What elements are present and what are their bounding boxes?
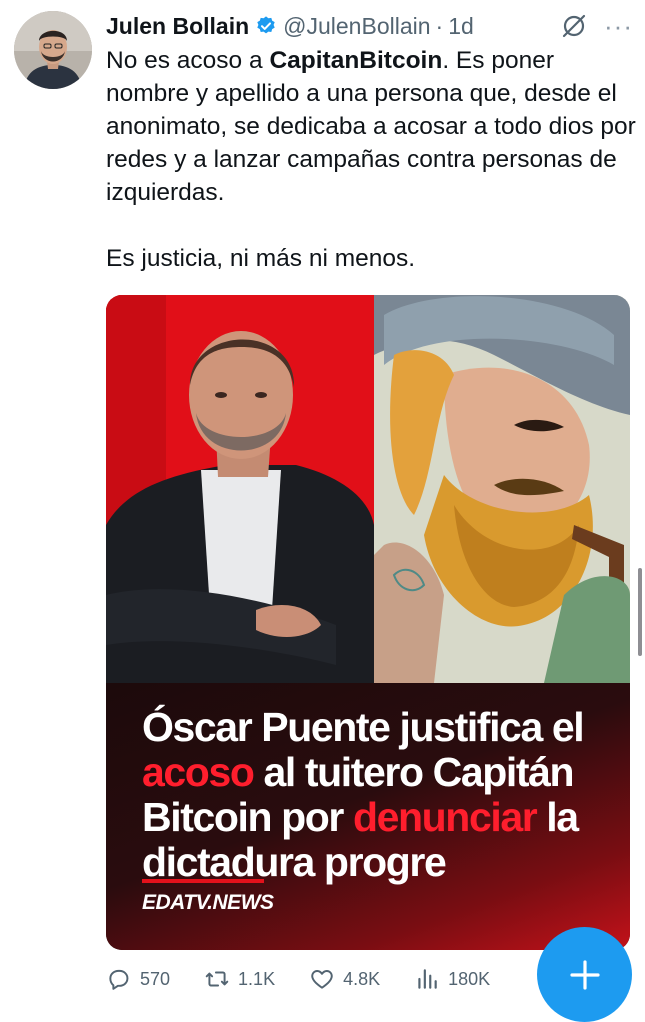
- verified-badge-icon: [257, 16, 275, 34]
- plus-icon: [569, 959, 600, 990]
- headline-panel: Óscar Puente justifica el acoso al tuite…: [106, 683, 630, 950]
- media-headline: Óscar Puente justifica el acoso al tuite…: [142, 705, 612, 885]
- scrollbar[interactable]: [638, 568, 642, 656]
- author-handle[interactable]: @JulenBollain: [283, 13, 430, 40]
- tweet-paragraph-2: Es justicia, ni más ni menos.: [106, 245, 416, 272]
- mention-link[interactable]: CapitanBitcoin: [269, 47, 442, 74]
- heart-icon: [311, 970, 333, 989]
- brand-bar: [142, 879, 264, 883]
- author-name[interactable]: Julen Bollain: [106, 13, 249, 40]
- brand-logo: EDATV.NEWS: [142, 891, 274, 914]
- more-icon[interactable]: ···: [604, 13, 633, 39]
- like-button[interactable]: 4.8K: [309, 966, 380, 992]
- illustration-bearded-man: [374, 295, 630, 683]
- retweet-button[interactable]: 1.1K: [204, 966, 275, 992]
- views-count: 180K: [448, 968, 491, 989]
- compose-button[interactable]: [537, 927, 632, 1022]
- separator-dot: ·: [435, 12, 444, 39]
- like-count: 4.8K: [343, 968, 381, 989]
- headline-highlight-2: denunciar: [352, 794, 538, 840]
- reply-count: 570: [140, 968, 171, 989]
- reply-button[interactable]: 570: [106, 966, 170, 992]
- retweet-count: 1.1K: [238, 968, 276, 989]
- reply-icon: [109, 969, 129, 990]
- tweet-text-prefix: No es acoso a: [106, 47, 270, 74]
- photo-politician: [106, 295, 374, 683]
- no-circle-icon[interactable]: [560, 12, 588, 40]
- tweet-paragraph-1: No es acoso a CapitanBitcoin. Es poner n…: [106, 44, 636, 209]
- tweet-text: No es acoso a CapitanBitcoin. Es poner n…: [106, 44, 636, 275]
- retweet-icon: [205, 971, 229, 987]
- tweet-timestamp[interactable]: 1d: [448, 13, 474, 40]
- views-button[interactable]: 180K: [414, 966, 490, 992]
- avatar-photo: [14, 11, 92, 89]
- headline-highlight-1: acoso: [142, 749, 255, 795]
- tweet-actions: 570 1.1K 4.8K 180K: [106, 962, 536, 996]
- avatar[interactable]: [14, 11, 92, 89]
- tweet-media[interactable]: Óscar Puente justifica el acoso al tuite…: [106, 295, 630, 950]
- views-icon: [418, 969, 437, 989]
- headline-part-1: Óscar Puente justifica el: [142, 704, 585, 750]
- tweet-header: Julen Bollain @JulenBollain · 1d ···: [106, 9, 633, 43]
- header-actions: ···: [560, 12, 633, 40]
